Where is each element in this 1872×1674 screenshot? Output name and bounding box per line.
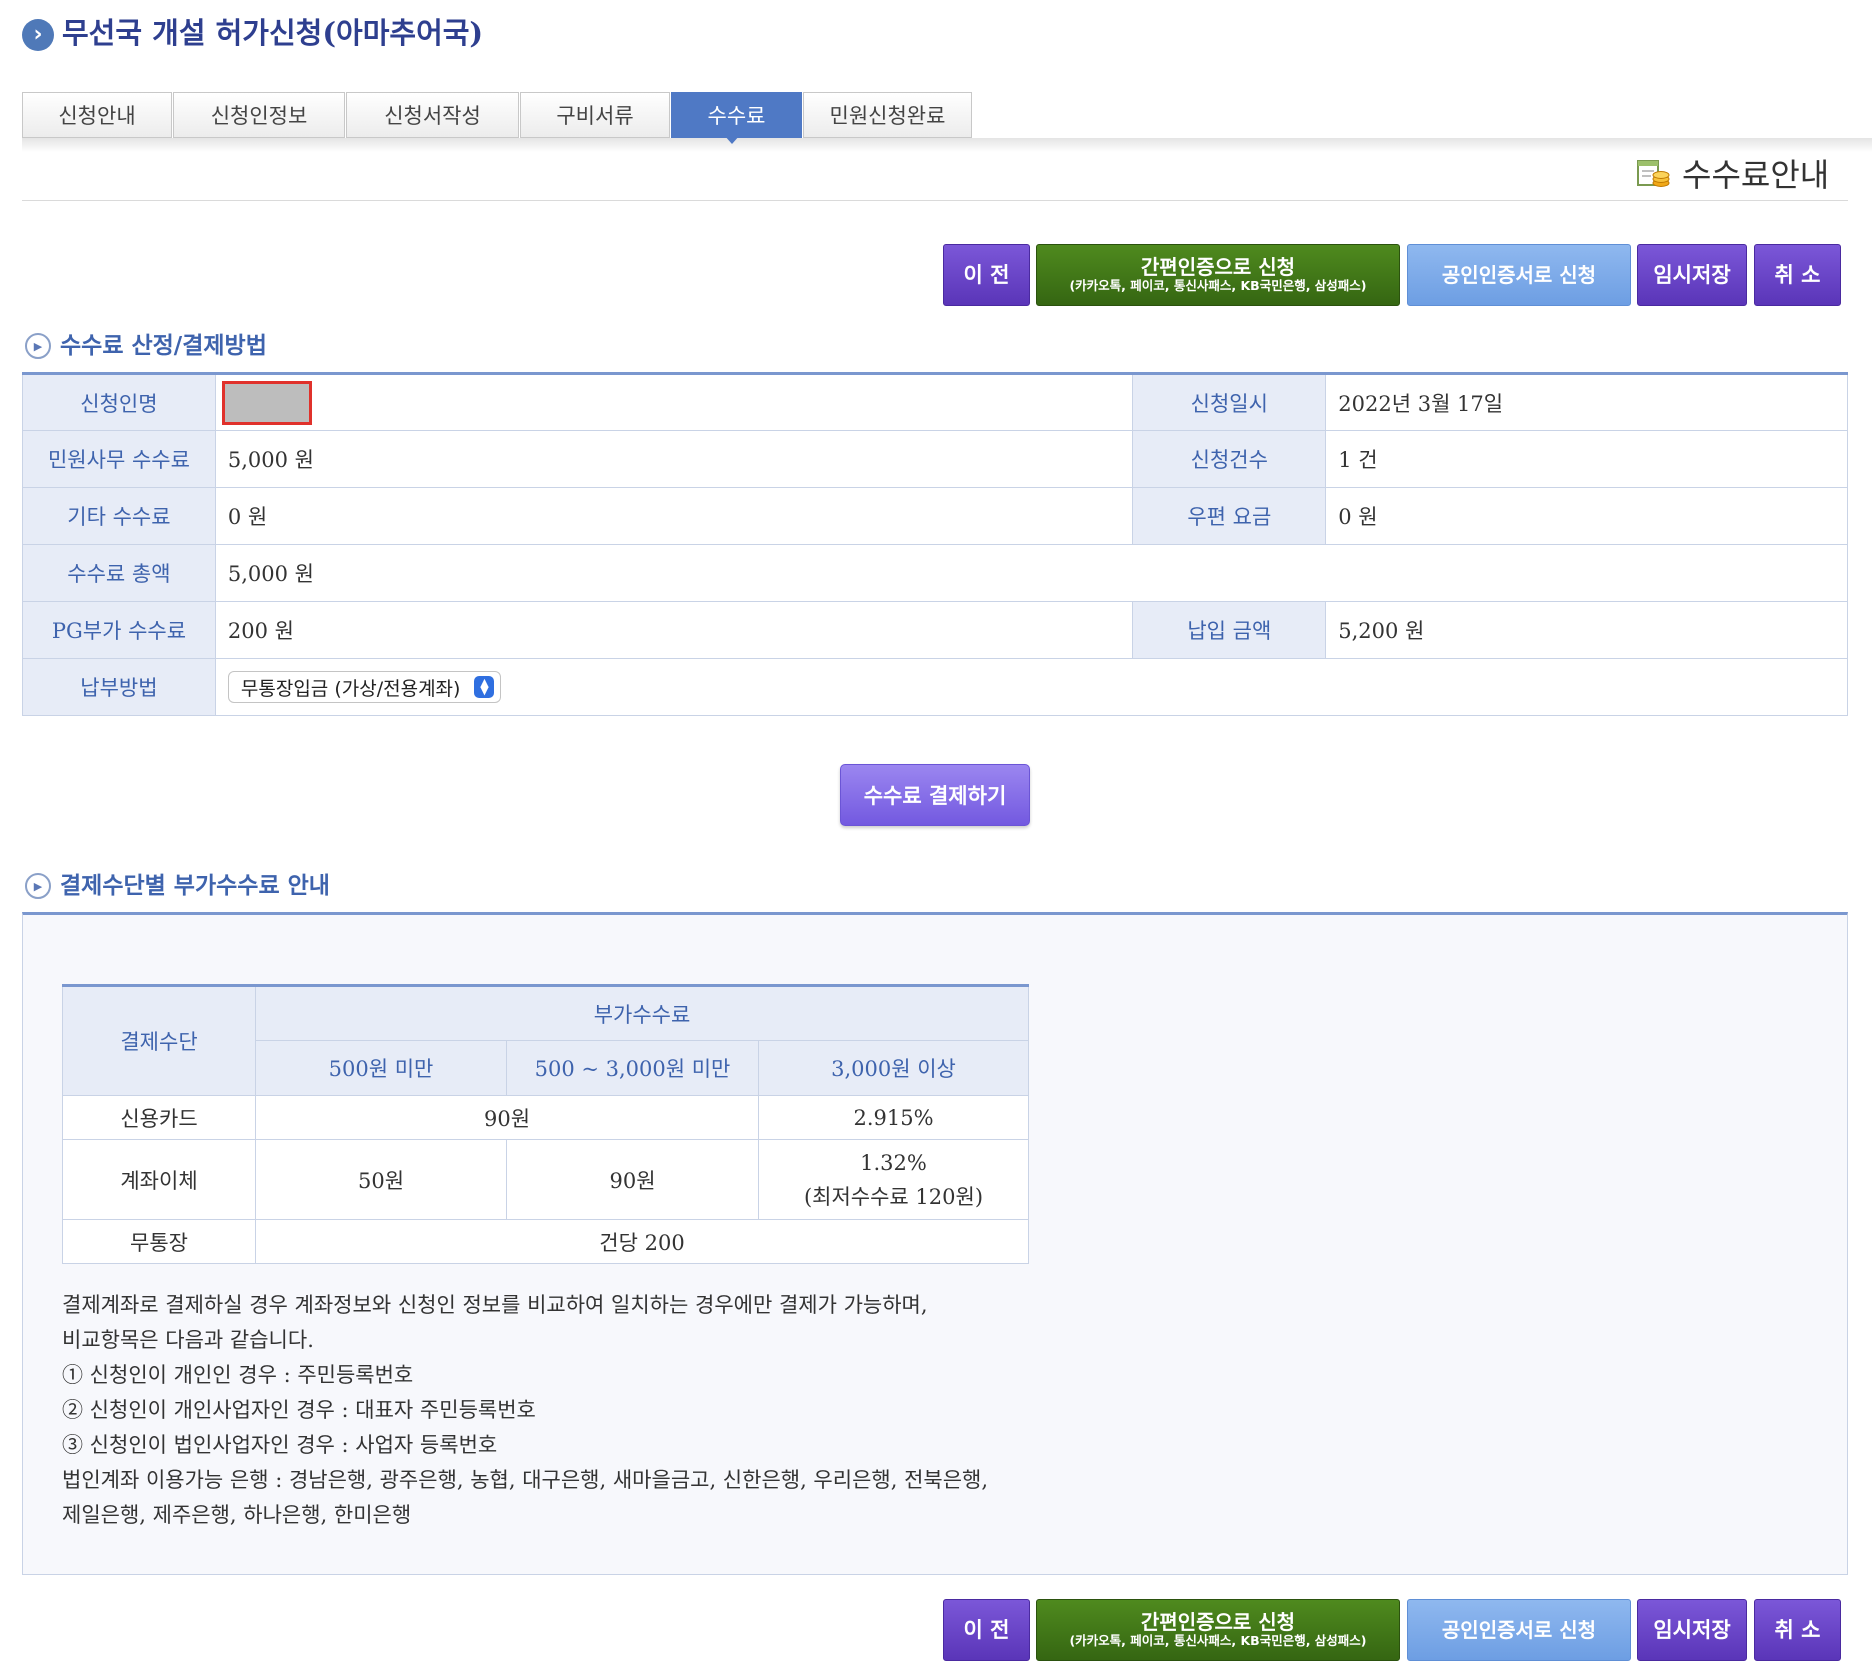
extra-fee-table: 결제수단 부가수수료 500원 미만 500 ~ 3,000원 미만 3,000… [62,984,1029,1264]
header-payment-method: 결제수단 [62,985,256,1096]
fee-guide-title: 수수료안내 [1682,156,1830,194]
row-card-method: 신용카드 [62,1095,256,1140]
note-line: 제일은행, 제주은행, 하나은행, 한미은행 [62,1503,412,1527]
tab-application-guide[interactable]: 신청안내 [22,92,172,138]
row-transfer-fee-mid: 90원 [506,1139,759,1220]
payment-amount-label: 납입 금액 [1132,601,1327,659]
applicant-name-label: 신청인명 [22,373,216,431]
simple-auth-apply-button[interactable]: 간편인증으로 신청 (카카오톡, 페이코, 통신사패스, KB국민은행, 삼성패… [1036,244,1400,306]
section-bullet-icon: ▶ [25,333,51,359]
note-line: 법인계좌 이용가능 은행 : 경남은행, 광주은행, 농협, 대구은행, 새마을… [62,1468,989,1492]
certificate-apply-button[interactable]: 공인인증서로 신청 [1407,244,1631,306]
payment-method-select[interactable]: 무통장입금 (가상/전용계좌) ▲ ▼ [227,671,502,703]
pg-fee-value: 200 원 [214,601,1134,659]
row-deposit-fee: 건당 200 [255,1219,1029,1264]
simple-auth-providers: (카카오톡, 페이코, 통신사패스, KB국민은행, 삼성패스) [1069,1633,1367,1649]
section-bullet-icon: ▶ [25,873,51,899]
header-range-under-500: 500원 미만 [255,1040,507,1096]
simple-auth-label: 간편인증으로 신청 [1140,255,1296,280]
tab-fee[interactable]: 수수료 [671,92,802,138]
header-range-500-3000: 500 ~ 3,000원 미만 [506,1040,759,1096]
row-card-fee-low-mid: 90원 [255,1095,759,1140]
page-title: 무선국 개설 허가신청(아마추어국) [62,16,484,50]
applicant-name-value [214,373,1134,431]
select-updown-icon: ▲ ▼ [474,676,495,698]
tab-application-form[interactable]: 신청서작성 [346,92,519,138]
row-transfer-fee-low: 50원 [255,1139,507,1220]
application-date-label: 신청일시 [1132,373,1327,431]
simple-auth-label: 간편인증으로 신청 [1140,1610,1296,1635]
fee-guide-icon [1637,160,1670,187]
postal-fee-label: 우편 요금 [1132,487,1327,545]
total-fee-value: 5,000 원 [214,544,1849,602]
note-line: 결제계좌로 결제하실 경우 계좌정보와 신청인 정보를 비교하여 일치하는 경우… [62,1293,928,1317]
transfer-min-fee: (최저수수료 120원) [803,1184,984,1209]
payment-notes: 결제계좌로 결제하실 경우 계좌정보와 신청인 정보를 비교하여 일치하는 경우… [62,1288,988,1533]
cancel-button[interactable]: 취 소 [1754,244,1841,306]
section-title-fee-calculation: 수수료 산정/결제방법 [60,332,267,359]
temp-save-button[interactable]: 임시저장 [1637,244,1747,306]
certificate-apply-button[interactable]: 공인인증서로 신청 [1407,1599,1631,1661]
row-transfer-method: 계좌이체 [62,1139,256,1220]
tab-applicant-info[interactable]: 신청인정보 [173,92,345,138]
civil-fee-value: 5,000 원 [214,430,1134,488]
header-extra-fee: 부가수수료 [255,985,1029,1041]
application-date-value: 2022년 3월 17일 [1325,373,1848,431]
simple-auth-apply-button[interactable]: 간편인증으로 신청 (카카오톡, 페이코, 통신사패스, KB국민은행, 삼성패… [1036,1599,1400,1661]
temp-save-button[interactable]: 임시저장 [1637,1599,1747,1661]
active-tab-indicator [724,135,740,144]
pay-fee-button[interactable]: 수수료 결제하기 [840,764,1030,826]
transfer-high-rate: 1.32% [860,1150,927,1175]
header-range-over-3000: 3,000원 이상 [758,1040,1029,1096]
application-count-value: 1 건 [1325,430,1848,488]
redacted-applicant-name [221,380,312,425]
postal-fee-value: 0 원 [1325,487,1848,545]
note-line: ① 신청인이 개인인 경우 : 주민등록번호 [62,1363,414,1387]
other-fee-value: 0 원 [214,487,1134,545]
tab-required-documents[interactable]: 구비서류 [520,92,670,138]
simple-auth-providers: (카카오톡, 페이코, 통신사패스, KB국민은행, 삼성패스) [1069,278,1367,294]
cancel-button[interactable]: 취 소 [1754,1599,1841,1661]
payment-method-label: 납부방법 [22,658,216,716]
prev-button[interactable]: 이 전 [943,244,1030,306]
tab-bar-underline [22,138,1872,152]
payment-method-cell: 무통장입금 (가상/전용계좌) ▲ ▼ [214,658,1849,716]
other-fee-label: 기타 수수료 [22,487,216,545]
chevron-right-icon: › [22,19,54,51]
divider [22,200,1848,201]
row-card-fee-high: 2.915% [758,1095,1029,1140]
prev-button[interactable]: 이 전 [943,1599,1030,1661]
note-line: 비교항목은 다음과 같습니다. [62,1328,314,1352]
note-line: ③ 신청인이 법인사업자인 경우 : 사업자 등록번호 [62,1433,498,1457]
row-deposit-method: 무통장 [62,1219,256,1264]
row-transfer-fee-high: 1.32% (최저수수료 120원) [758,1139,1029,1220]
civil-fee-label: 민원사무 수수료 [22,430,216,488]
tab-application-complete[interactable]: 민원신청완료 [803,92,972,138]
pg-fee-label: PG부가 수수료 [22,601,216,659]
payment-amount-value: 5,200 원 [1325,601,1848,659]
fee-info-table: 신청인명 신청일시 2022년 3월 17일 민원사무 수수료 5,000 원 … [22,372,1849,716]
payment-method-selected: 무통장입금 (가상/전용계좌) [240,677,461,700]
note-line: ② 신청인이 개인사업자인 경우 : 대표자 주민등록번호 [62,1398,536,1422]
application-count-label: 신청건수 [1132,430,1327,488]
section-title-extra-fee-guide: 결제수단별 부가수수료 안내 [60,872,330,899]
total-fee-label: 수수료 총액 [22,544,216,602]
